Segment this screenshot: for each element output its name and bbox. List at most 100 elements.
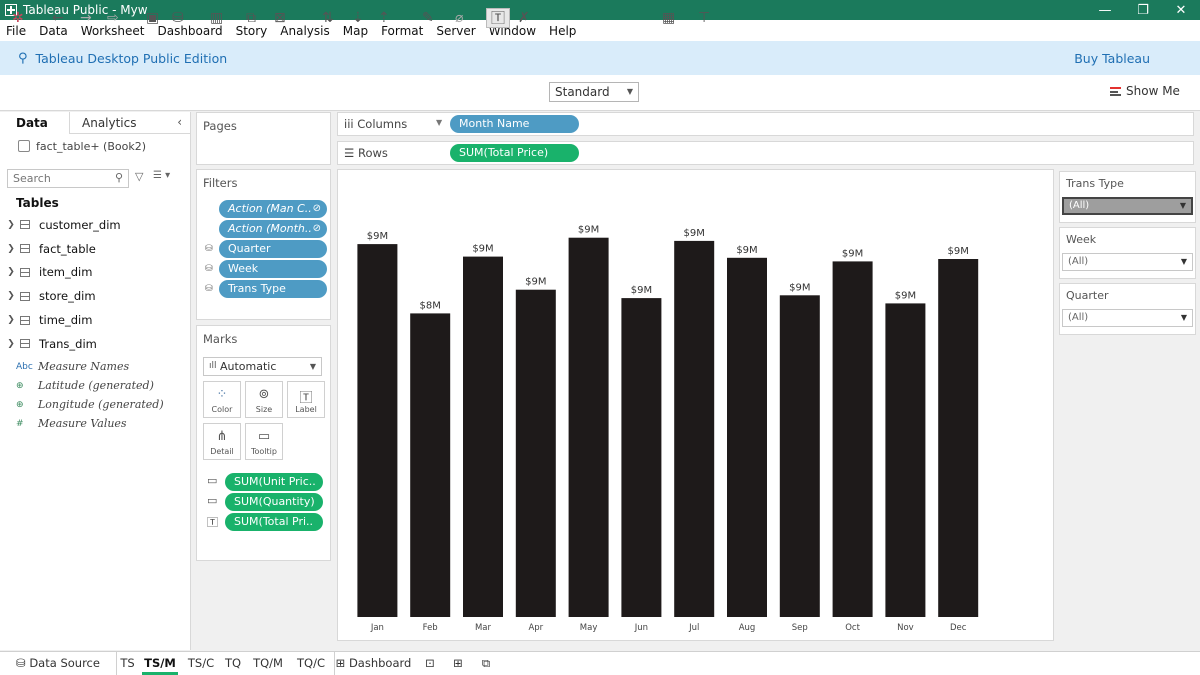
filter-pill-trans-type[interactable]: Trans Type bbox=[219, 280, 327, 298]
presentation-mode-icon[interactable]: ⊤ bbox=[698, 8, 710, 28]
tab-data[interactable]: Data bbox=[0, 112, 70, 134]
tab-analytics[interactable]: Analytics bbox=[70, 112, 175, 134]
detail-button[interactable]: ⋔ Detail bbox=[203, 423, 241, 460]
string-type-icon: Abc bbox=[16, 361, 33, 372]
size-button[interactable]: ⊚ Size bbox=[245, 381, 283, 418]
rows-pill-total-price[interactable]: SUM(Total Price) bbox=[450, 144, 579, 162]
bar-mar[interactable] bbox=[463, 256, 503, 617]
new-datasource-icon[interactable]: ⛁ bbox=[172, 8, 184, 28]
view-options-icon[interactable]: ☰ ▾ bbox=[153, 170, 170, 181]
tooltip-button[interactable]: ▭ Tooltip bbox=[245, 423, 283, 460]
menu-help[interactable]: Help bbox=[549, 24, 576, 38]
label-button[interactable]: 🅃 Label bbox=[287, 381, 325, 418]
bar-aug[interactable] bbox=[727, 257, 767, 617]
data-pane: Data Analytics ‹ fact_table+ (Book2) ⚲ ▽… bbox=[0, 112, 191, 650]
undo-icon[interactable]: ← bbox=[52, 8, 64, 28]
show-cards-icon[interactable]: ▦ bbox=[662, 8, 675, 28]
bar-nov[interactable] bbox=[885, 303, 926, 617]
new-dashboard-tab-icon[interactable]: ⊞ bbox=[448, 652, 468, 675]
field-item[interactable]: # Measure Values bbox=[0, 414, 190, 433]
redo-icon[interactable]: → bbox=[80, 8, 92, 28]
swap-icon[interactable]: ⇅ bbox=[322, 8, 334, 28]
replay-icon[interactable]: ⇨ bbox=[107, 8, 119, 28]
new-worksheet-icon[interactable]: ▥ bbox=[210, 8, 223, 28]
marks-pill-unit-price[interactable]: SUM(Unit Pric.. bbox=[225, 473, 323, 491]
filter-pill-quarter[interactable]: Quarter bbox=[219, 240, 327, 258]
tab-tq-m[interactable]: TQ/M bbox=[250, 652, 286, 675]
number-type-icon: # bbox=[16, 418, 24, 429]
chart-view[interactable]: $9M Jan $8M Feb $9M Mar $9M Apr $9M May $9M Jun $9M J… bbox=[337, 169, 1054, 641]
field-item[interactable]: ⊕ Longitude (generated) bbox=[0, 395, 190, 414]
bar-apr[interactable] bbox=[515, 289, 556, 617]
buy-tableau-link[interactable]: Buy Tableau bbox=[1074, 51, 1150, 66]
filter-pill-week[interactable]: Week bbox=[219, 260, 327, 278]
chevron-right-icon[interactable]: ❯ bbox=[2, 267, 20, 277]
show-me-button[interactable]: Show Me bbox=[1110, 84, 1180, 98]
fix-axes-icon[interactable]: ✗ bbox=[518, 8, 530, 28]
bar-sep[interactable] bbox=[779, 295, 820, 617]
tableau-start-icon[interactable]: ✲ bbox=[12, 8, 24, 28]
tab-ts-m[interactable]: TS/M bbox=[142, 652, 178, 675]
tab-data-source[interactable]: ⛁ Data Source bbox=[4, 652, 112, 675]
minimize-button[interactable]: — bbox=[1086, 0, 1124, 20]
save-icon[interactable]: ▣ bbox=[146, 8, 159, 28]
mark-type-select[interactable]: ıll Automatic ▼ bbox=[203, 357, 322, 376]
search-input[interactable] bbox=[7, 169, 129, 188]
table-item[interactable]: ❯ store_dim bbox=[0, 284, 190, 308]
group-icon[interactable]: ⌀ bbox=[455, 8, 463, 28]
bar-feb[interactable] bbox=[410, 313, 451, 617]
columns-pill-month-name[interactable]: Month Name bbox=[450, 115, 579, 133]
week-select[interactable]: (All) ▼ bbox=[1062, 253, 1193, 271]
bar-jun[interactable] bbox=[621, 298, 662, 617]
tab-ts[interactable]: TS bbox=[116, 652, 138, 675]
fit-select[interactable]: Standard ▼ bbox=[549, 82, 639, 102]
color-button[interactable]: ⁘ Color bbox=[203, 381, 241, 418]
field-item[interactable]: Abc Measure Names bbox=[0, 357, 190, 376]
bar-oct[interactable] bbox=[832, 261, 873, 617]
bar-dec[interactable] bbox=[938, 259, 979, 617]
chevron-right-icon[interactable]: ❯ bbox=[2, 315, 20, 325]
columns-shelf[interactable]: iii Columns ▼ Month Name bbox=[337, 112, 1194, 136]
filter-icon[interactable]: ▽ bbox=[135, 170, 143, 183]
bar-chart[interactable]: $9M Jan $8M Feb $9M Mar $9M Apr $9M May $9M Jun $9M J… bbox=[338, 170, 1055, 642]
restore-button[interactable]: ❐ bbox=[1124, 0, 1162, 20]
collapse-pane-icon[interactable]: ‹ bbox=[177, 115, 182, 129]
rows-shelf[interactable]: ☰ Rows SUM(Total Price) bbox=[337, 141, 1194, 165]
bar-jan[interactable] bbox=[357, 244, 398, 617]
table-icon bbox=[20, 244, 30, 254]
bar-may[interactable] bbox=[568, 237, 609, 617]
highlight-icon[interactable]: ✎ bbox=[422, 8, 434, 28]
table-item[interactable]: ❯ customer_dim bbox=[0, 213, 190, 237]
clear-sheet-icon[interactable]: ⊠ bbox=[274, 8, 286, 28]
chevron-right-icon[interactable]: ❯ bbox=[2, 291, 20, 301]
table-item[interactable]: ❯ item_dim bbox=[0, 261, 190, 285]
marks-pill-total-price[interactable]: SUM(Total Pri.. bbox=[225, 513, 323, 531]
table-item[interactable]: ❯ fact_table bbox=[0, 237, 190, 261]
filter-pill-action-month[interactable]: Action (Month.. ⊘ bbox=[219, 220, 327, 238]
close-button[interactable]: ✕ bbox=[1162, 0, 1200, 20]
new-story-tab-icon[interactable]: ⧉ bbox=[476, 652, 496, 675]
chevron-right-icon[interactable]: ❯ bbox=[2, 220, 20, 230]
filter-pill-action-man[interactable]: Action (Man C.. ⊘ bbox=[219, 200, 327, 218]
field-item[interactable]: ⊕ Latitude (generated) bbox=[0, 376, 190, 395]
duplicate-sheet-icon[interactable]: ⧉ bbox=[246, 8, 256, 28]
quarter-select[interactable]: (All) ▼ bbox=[1062, 309, 1193, 327]
pages-card[interactable]: Pages bbox=[196, 112, 331, 165]
sort-descending-icon[interactable]: ⇡ bbox=[378, 8, 390, 28]
tab-dashboard[interactable]: ⊞ Dashboard bbox=[334, 652, 412, 675]
sort-ascending-icon[interactable]: ⇣ bbox=[352, 8, 364, 28]
tab-tq-c[interactable]: TQ/C bbox=[294, 652, 328, 675]
table-item[interactable]: ❯ Trans_dim bbox=[0, 332, 190, 356]
trans-type-select[interactable]: (All) ▼ bbox=[1062, 197, 1193, 215]
chevron-right-icon[interactable]: ❯ bbox=[2, 339, 20, 349]
new-worksheet-tab-icon[interactable]: ⊡ bbox=[420, 652, 440, 675]
tab-ts-c[interactable]: TS/C bbox=[184, 652, 218, 675]
marks-pill-quantity[interactable]: SUM(Quantity) bbox=[225, 493, 323, 511]
chevron-right-icon[interactable]: ❯ bbox=[2, 244, 20, 254]
bar-jul[interactable] bbox=[674, 240, 715, 617]
datasource-item[interactable]: fact_table+ (Book2) bbox=[0, 134, 190, 158]
show-labels-icon[interactable]: 🅃 bbox=[486, 8, 510, 28]
tab-tq[interactable]: TQ bbox=[222, 652, 244, 675]
table-item[interactable]: ❯ time_dim bbox=[0, 308, 190, 332]
x-tick-apr: Apr bbox=[528, 623, 543, 633]
